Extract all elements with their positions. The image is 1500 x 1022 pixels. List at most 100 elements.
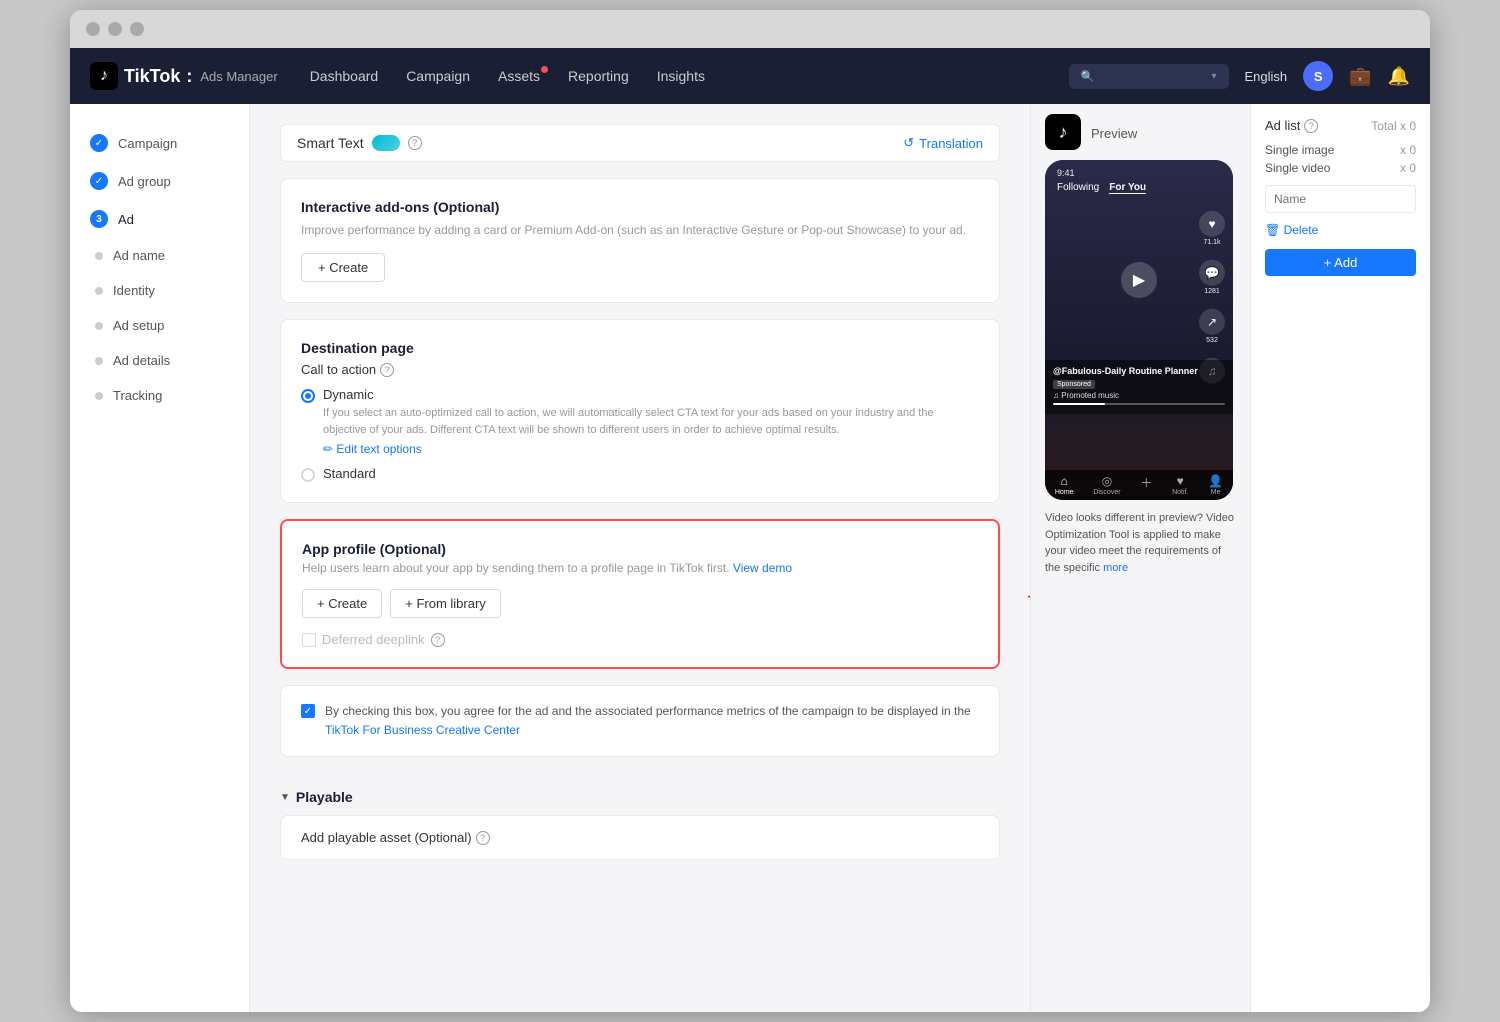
edit-text-link[interactable]: ✏ Edit text options (323, 442, 979, 456)
smart-text-bar: Smart Text ? ↺ Translation (280, 124, 1000, 162)
username-tag: @Fabulous-Daily Routine Planner (1053, 366, 1225, 376)
brand: ♪ TikTok: Ads Manager (90, 62, 278, 90)
single-video-label: Single video (1265, 161, 1330, 175)
home-nav-icon: ⌂ (1061, 474, 1068, 488)
assets-badge (541, 66, 548, 73)
progress-bar-fill (1053, 403, 1105, 405)
sidebar-item-adsetup[interactable]: Ad setup (70, 308, 249, 343)
consent-checkbox[interactable]: ✓ (301, 704, 315, 718)
content-area: Smart Text ? ↺ Translation Interactive a… (250, 104, 1030, 1012)
creative-center-link[interactable]: TikTok For Business Creative Center (325, 723, 520, 737)
deferred-checkbox[interactable] (302, 633, 316, 647)
sidebar-item-addetails[interactable]: Ad details (70, 343, 249, 378)
dynamic-desc: If you select an auto-optimized call to … (323, 405, 979, 438)
nav-campaign[interactable]: Campaign (406, 68, 470, 84)
app-profile-desc: Help users learn about your app by sendi… (302, 561, 978, 575)
delete-button[interactable]: 🗑 Delete (1265, 223, 1416, 237)
cta-radio-group: Dynamic If you select an auto-optimized … (301, 387, 979, 482)
ad-number-icon: 3 (90, 210, 108, 228)
app-profile-section: App profile (Optional) Help users learn … (280, 519, 1000, 669)
playable-asset-label: Add playable asset (Optional) ? (301, 830, 979, 845)
phone-nav-home[interactable]: ⌂ Home (1055, 474, 1074, 496)
sidebar-item-campaign[interactable]: ✓ Campaign (70, 124, 249, 162)
home-nav-label: Home (1055, 489, 1074, 496)
app-profile-create-button[interactable]: + Create (302, 589, 382, 618)
standard-radio-button[interactable] (301, 468, 315, 482)
sidebar-item-adname[interactable]: Ad name (70, 238, 249, 273)
progress-bar (1053, 403, 1225, 405)
phone-nav-plus[interactable]: ＋ (1140, 474, 1152, 496)
add-button[interactable]: + Add (1265, 249, 1416, 276)
phone-nav-me[interactable]: 👤 Me (1208, 474, 1223, 496)
browser-dot-1 (86, 22, 100, 36)
interactive-addons-desc: Improve performance by adding a card or … (301, 221, 979, 239)
consent-text: By checking this box, you agree for the … (325, 702, 971, 740)
smart-text-toggle[interactable] (372, 135, 400, 151)
browser-dot-2 (108, 22, 122, 36)
brand-sub: Ads Manager (200, 69, 277, 84)
for-you-tab[interactable]: For You (1109, 182, 1146, 194)
standard-label: Standard (323, 466, 376, 481)
nav-dashboard[interactable]: Dashboard (310, 68, 379, 84)
navbar: ♪ TikTok: Ads Manager Dashboard Campaign… (70, 48, 1430, 104)
phone-top-bar: 9:41 (1045, 160, 1233, 182)
promoted-music: ♫ Promoted music (1053, 391, 1225, 400)
like-count: 71.1k (1203, 239, 1220, 246)
view-demo-link[interactable]: View demo (733, 561, 792, 575)
sidebar-adgroup-label: Ad group (118, 174, 171, 189)
sidebar-item-adgroup[interactable]: ✓ Ad group (70, 162, 249, 200)
nav-reporting[interactable]: Reporting (568, 68, 629, 84)
deferred-info-icon[interactable]: ? (431, 633, 445, 647)
comment-icon-item: 💬 1281 (1199, 260, 1225, 295)
like-icon: ♥ (1199, 211, 1225, 237)
user-avatar[interactable]: S (1303, 61, 1333, 91)
ad-name-input[interactable] (1265, 185, 1416, 213)
translation-icon: ↺ (903, 135, 914, 151)
single-image-label: Single image (1265, 143, 1334, 157)
cta-info-icon[interactable]: ? (380, 363, 394, 377)
brand-name: TikTok (124, 66, 180, 87)
content-inner: Smart Text ? ↺ Translation Interactive a… (260, 104, 1020, 880)
adgroup-check-icon: ✓ (90, 172, 108, 190)
nav-assets[interactable]: Assets (498, 68, 540, 84)
search-bar[interactable]: 🔍 ▾ (1069, 64, 1229, 89)
sidebar-item-identity[interactable]: Identity (70, 273, 249, 308)
app-profile-library-button[interactable]: + From library (390, 589, 501, 618)
like-icon-item: ♥ 71.1k (1199, 211, 1225, 246)
dynamic-radio-content: Dynamic If you select an auto-optimized … (323, 387, 979, 456)
share-icon: ↗ (1199, 309, 1225, 335)
cta-label: Call to action ? (301, 362, 979, 377)
sidebar-item-ad[interactable]: 3 Ad (70, 200, 249, 238)
nav-insights[interactable]: Insights (657, 68, 705, 84)
translation-button[interactable]: ↺ Translation (903, 135, 983, 151)
language-label[interactable]: English (1245, 69, 1288, 84)
tiktok-logo: ♪ (90, 62, 118, 90)
briefcase-icon[interactable]: 💼 (1349, 66, 1371, 87)
playable-asset-info-icon[interactable]: ? (476, 831, 490, 845)
interactive-addons-section: Interactive add-ons (Optional) Improve p… (280, 178, 1000, 303)
ad-list-info-icon[interactable]: ? (1304, 119, 1318, 133)
playable-asset-row: Add playable asset (Optional) ? (280, 815, 1000, 860)
discover-nav-icon: ◎ (1102, 474, 1112, 488)
dynamic-radio-button[interactable] (301, 389, 315, 403)
navbar-right: 🔍 ▾ English S 💼 🔔 (1069, 61, 1410, 91)
more-link[interactable]: more (1103, 562, 1128, 574)
following-tab[interactable]: Following (1057, 182, 1099, 194)
playable-section: ▼ Playable Add playable asset (Optional)… (280, 773, 1000, 860)
discover-nav-label: Discover (1093, 489, 1120, 496)
sidebar-item-tracking[interactable]: Tracking (70, 378, 249, 413)
comment-icon: 💬 (1199, 260, 1225, 286)
smart-text-info-icon[interactable]: ? (408, 136, 422, 150)
phone-nav: ⌂ Home ◎ Discover ＋ ♥ Notif. (1045, 470, 1233, 500)
phone-nav-notifications[interactable]: ♥ Notif. (1172, 474, 1188, 496)
notifications-nav-label: Notif. (1172, 489, 1188, 496)
interactive-create-button[interactable]: + Create (301, 253, 385, 282)
phone-nav-discover[interactable]: ◎ Discover (1093, 474, 1120, 496)
notification-icon[interactable]: 🔔 (1388, 66, 1410, 87)
preview-tiktok-icon: ♪ (1045, 114, 1081, 150)
ad-list-single-image: Single image x 0 (1265, 143, 1416, 157)
me-nav-label: Me (1211, 489, 1221, 496)
app-profile-title: App profile (Optional) (302, 541, 978, 557)
smart-text-label: Smart Text (297, 135, 364, 151)
browser-chrome (70, 10, 1430, 48)
